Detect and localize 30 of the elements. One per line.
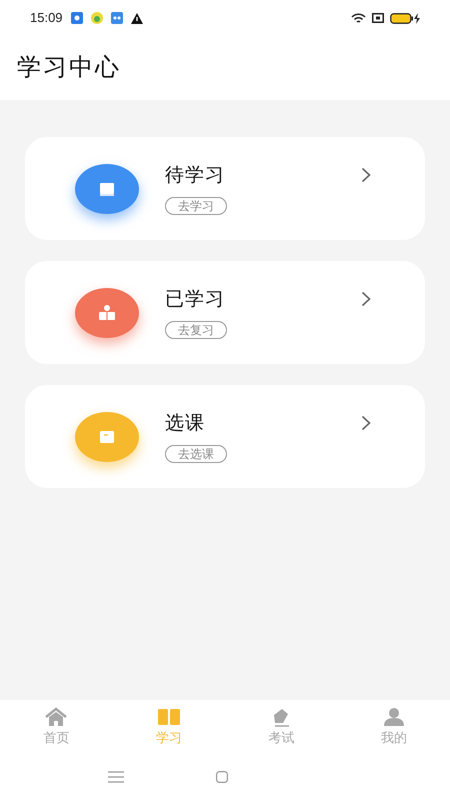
- study-card[interactable]: 待学习 去学习: [25, 137, 425, 240]
- home-tab-icon: [45, 706, 68, 727]
- study-card[interactable]: 选课 去选课: [25, 385, 425, 488]
- home-square-icon[interactable]: [216, 771, 228, 783]
- wifi-icon: [351, 12, 366, 24]
- action-button[interactable]: 去选课: [165, 445, 227, 464]
- app-notification-icon: [90, 12, 103, 24]
- card-title: 待学习: [165, 164, 225, 188]
- me-tab-icon: [382, 706, 405, 727]
- menu-icon[interactable]: [108, 771, 124, 783]
- card-title: 已学习: [165, 288, 225, 312]
- tab-item[interactable]: 学习: [112, 706, 225, 748]
- study-card[interactable]: 已学习 去复习: [25, 261, 425, 364]
- chevron-right-icon[interactable]: [361, 167, 371, 183]
- chevron-right-icon[interactable]: [361, 415, 371, 431]
- tab-item[interactable]: 我的: [338, 706, 450, 748]
- app-notification-icon: [110, 12, 123, 24]
- tab-item[interactable]: 首页: [0, 706, 112, 748]
- tab-item[interactable]: 考试: [225, 706, 338, 748]
- warning-icon: [130, 12, 143, 24]
- status-time: 15:09: [30, 9, 63, 28]
- app-notification-icon: [70, 12, 83, 24]
- screen-icon: [372, 13, 384, 23]
- page-title: 学习中心: [17, 53, 121, 83]
- battery-charging-icon: [390, 12, 420, 24]
- chevron-right-icon[interactable]: [361, 291, 371, 307]
- card-title: 选课: [165, 412, 205, 436]
- action-button[interactable]: 去复习: [165, 321, 227, 340]
- action-button[interactable]: 去学习: [165, 197, 227, 216]
- study-tab-icon: [158, 706, 180, 727]
